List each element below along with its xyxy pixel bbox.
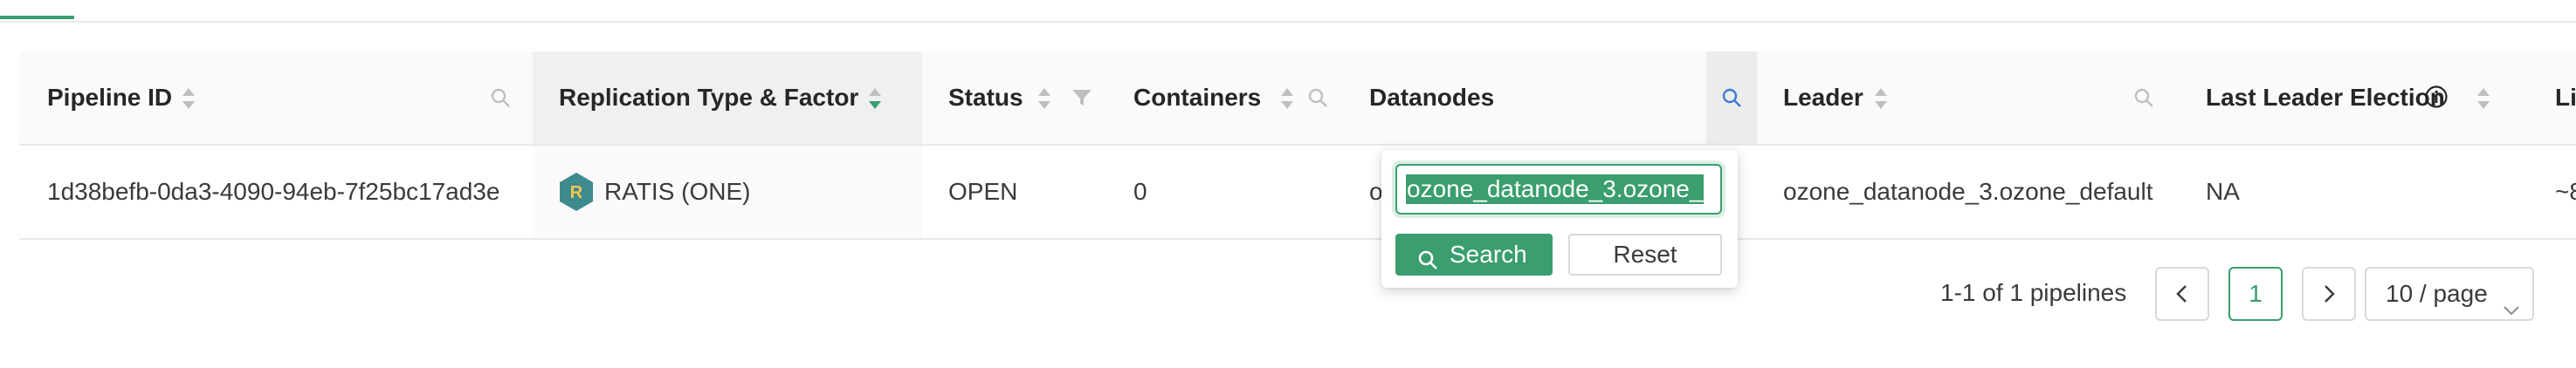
filter-trigger-active[interactable]: [1706, 51, 1757, 144]
replication-badge: R: [559, 172, 594, 212]
filter-icon[interactable]: [1071, 86, 1093, 109]
search-icon: [1416, 244, 1439, 269]
sort-icon[interactable]: [2476, 86, 2490, 111]
cell-last-leader-election: NA: [2206, 178, 2240, 205]
page-size-select[interactable]: 10 / page: [2365, 267, 2534, 321]
column-header-containers[interactable]: Containers: [1109, 51, 1343, 144]
info-icon[interactable]: [2424, 85, 2449, 109]
column-header-replication[interactable]: Replication Type & Factor: [533, 51, 922, 144]
column-label: Pipeline ID: [47, 84, 173, 111]
column-header-truncated[interactable]: Li: [2529, 51, 2576, 144]
cell-replication: R RATIS (ONE): [533, 146, 922, 238]
sort-icon[interactable]: [182, 86, 196, 111]
column-label: Li: [2555, 84, 2576, 111]
next-page-button[interactable]: [2302, 267, 2356, 321]
sort-icon[interactable]: [1874, 86, 1888, 111]
column-label: Leader: [1783, 84, 1863, 111]
datanodes-filter-dropdown: ozone_datanode_3.ozone_ Search Reset: [1381, 150, 1738, 288]
search-icon[interactable]: [1720, 86, 1743, 109]
column-header-pipeline-id[interactable]: Pipeline ID: [19, 51, 522, 144]
reset-button[interactable]: Reset: [1568, 234, 1722, 276]
column-header-last-leader-election[interactable]: Last Leader Election: [2180, 51, 2529, 144]
search-icon[interactable]: [1306, 86, 1329, 109]
badge-letter: R: [570, 183, 583, 202]
sort-icon[interactable]: [1037, 86, 1051, 111]
search-icon[interactable]: [2132, 86, 2155, 109]
search-button-label: Search: [1450, 241, 1527, 268]
active-tab-indicator: [0, 16, 74, 19]
page-1-button[interactable]: 1: [2228, 267, 2283, 321]
cell-pipeline-id: 1d38befb-0da3-4090-94eb-7f25bc17ad3e: [47, 178, 500, 205]
search-icon[interactable]: [489, 86, 512, 109]
column-header-status[interactable]: Status: [922, 51, 1109, 144]
replication-value: RATIS (ONE): [604, 178, 751, 205]
column-label: Replication Type & Factor: [559, 84, 859, 111]
prev-page-button[interactable]: [2155, 267, 2209, 321]
chevron-down-icon: [2503, 286, 2520, 316]
cell-status: OPEN: [948, 178, 1018, 205]
sort-icon[interactable]: [1280, 86, 1294, 111]
cell-truncated: ~8: [2529, 146, 2576, 238]
page-size-value: 10 / page: [2386, 280, 2488, 307]
selected-input-text: ozone_datanode_3.ozone_: [1406, 174, 1705, 204]
cell-truncated-text: ~8: [2555, 178, 2576, 205]
column-label: Last Leader Election: [2206, 84, 2445, 111]
table-header: Pipeline ID Replication Type & Factor St…: [19, 51, 2576, 146]
search-button[interactable]: Search: [1395, 234, 1553, 276]
sort-icon[interactable]: [868, 86, 882, 111]
column-header-leader[interactable]: Leader: [1757, 51, 2180, 144]
cell-containers: 0: [1133, 178, 1147, 205]
pagination-summary: 1-1 of 1 pipelines: [1940, 279, 2127, 306]
cell-leader: ozone_datanode_3.ozone_default: [1783, 178, 2153, 205]
column-label: Status: [948, 84, 1023, 111]
table-row[interactable]: 1d38befb-0da3-4090-94eb-7f25bc17ad3e R R…: [19, 146, 2576, 240]
tab-bar-divider: [0, 21, 2576, 23]
column-label: Datanodes: [1369, 84, 1495, 111]
column-header-datanodes[interactable]: Datanodes: [1343, 51, 1776, 144]
column-label: Containers: [1133, 84, 1262, 111]
